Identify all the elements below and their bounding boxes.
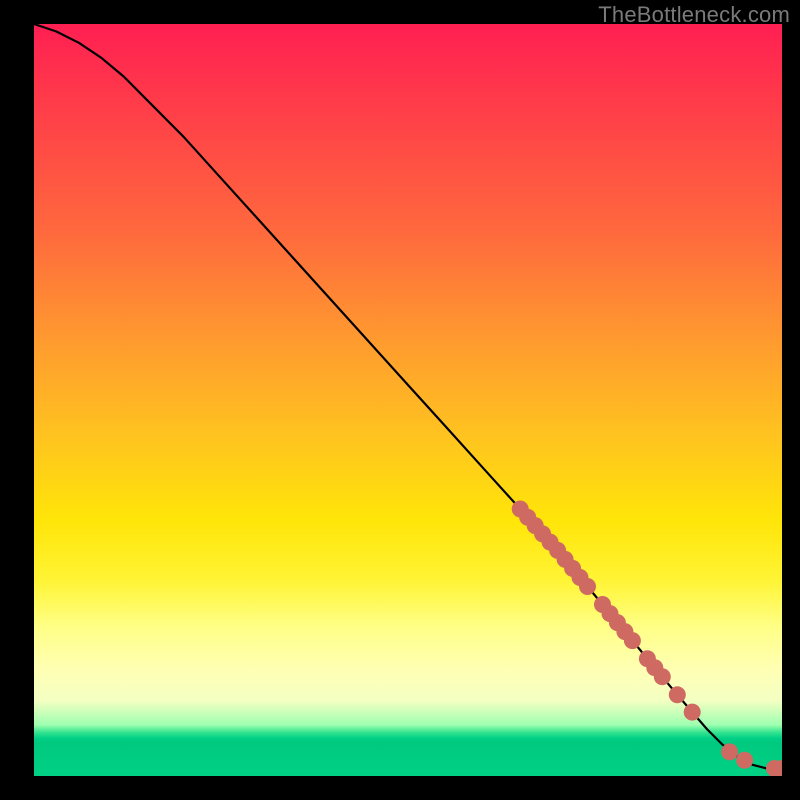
marker-dot (684, 704, 701, 721)
chart-frame: TheBottleneck.com (0, 0, 800, 800)
watermark-label: TheBottleneck.com (598, 2, 790, 28)
chart-svg (34, 24, 782, 776)
marker-dots-group (512, 501, 782, 777)
marker-dot (669, 686, 686, 703)
marker-dot (721, 743, 738, 760)
plot-area (34, 24, 782, 776)
marker-dot (736, 752, 753, 769)
marker-dot (579, 578, 596, 595)
marker-dot (624, 632, 641, 649)
bottleneck-curve-line (34, 24, 782, 769)
marker-dot (654, 668, 671, 685)
